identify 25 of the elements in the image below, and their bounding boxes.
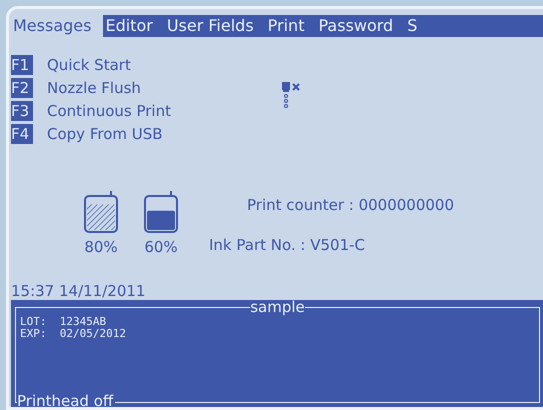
function-label: Copy From USB [47,125,163,143]
message-line: LOT: 12345AB [20,316,108,328]
function-label: Nozzle Flush [47,79,141,97]
menu-tab[interactable]: S [405,15,430,37]
message-name: sample [250,300,305,314]
menu-tab[interactable]: Messages [11,15,104,37]
ink-tank-icon [83,190,119,234]
function-key[interactable]: F2 [11,78,33,98]
ink-part-number: Ink Part No. : V501-C [209,236,366,254]
menu-tab[interactable]: Password [316,15,406,37]
function-key[interactable]: F1 [11,55,33,75]
date-time: 15:37 14/11/2011 [11,282,146,300]
function-key[interactable]: F3 [11,101,33,121]
ink-level-reading: 60% [144,238,178,256]
menu-tab[interactable]: Print [266,15,316,37]
printhead-status: Printhead off [17,392,116,407]
print-counter: Print counter : 0000000000 [247,196,454,214]
function-label: Continuous Print [47,102,171,120]
message-line: EXP: 02/05/2012 [20,328,127,340]
function-key[interactable]: F4 [11,124,33,144]
function-label: Quick Start [47,56,131,74]
menu-tab[interactable]: User Fields [164,15,266,37]
ink-tank-icon [143,190,179,234]
menu-tab[interactable]: Editor [103,15,165,37]
ink-level-reading: 80% [84,238,118,256]
